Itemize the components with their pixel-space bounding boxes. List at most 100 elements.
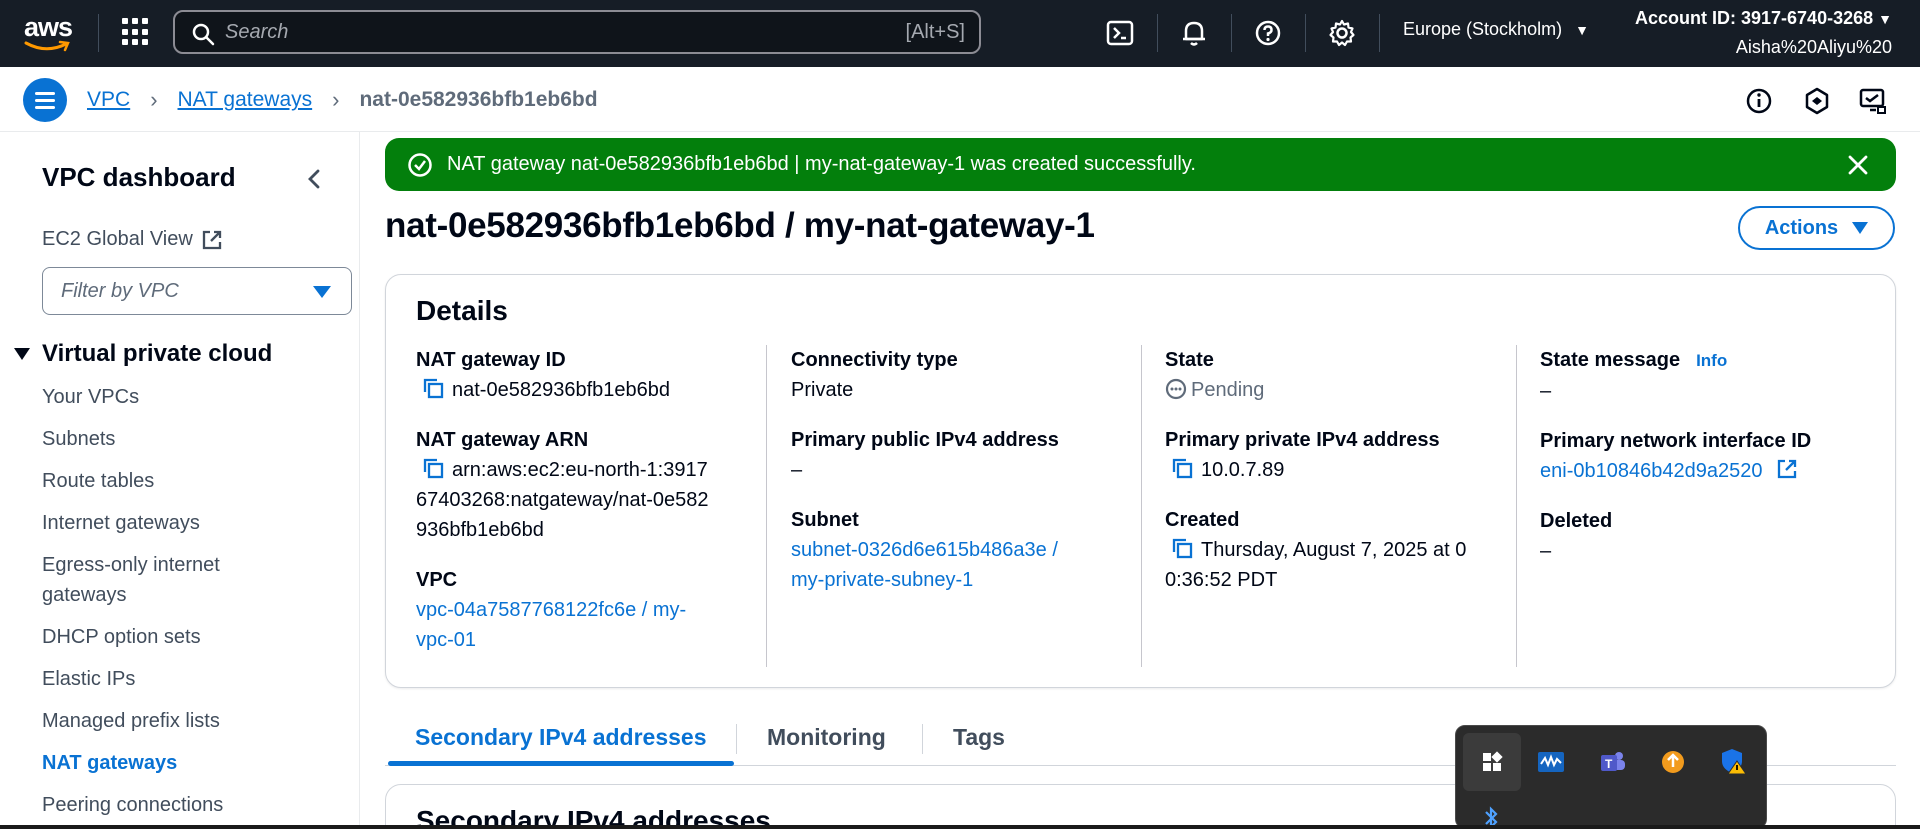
field-label: Subnet: [791, 509, 859, 531]
sidebar-item-ec2-global-view[interactable]: EC2 Global View: [42, 228, 223, 251]
breadcrumb-nat-gateways[interactable]: NAT gateways: [178, 88, 313, 112]
field-value: nat-0e582936bfb1eb6bd: [416, 375, 766, 405]
filter-placeholder: Filter by VPC: [61, 279, 179, 302]
sidebar-section-virtual-private-cloud[interactable]: Virtual private cloud: [14, 340, 272, 368]
side-navigation-toggle-button[interactable]: [23, 78, 67, 122]
sidebar-item-label: EC2 Global View: [42, 228, 193, 250]
services-grid-icon[interactable]: [122, 18, 150, 46]
aws-logo[interactable]: aws: [22, 10, 76, 54]
update-icon[interactable]: [1658, 747, 1688, 777]
security-hexagon-icon[interactable]: [1802, 86, 1832, 116]
breadcrumb-current: nat-0e582936bfb1eb6bd: [359, 88, 598, 111]
breadcrumb: VPC › NAT gateways › nat-0e582936bfb1eb6…: [87, 87, 598, 113]
cloudshell-icon[interactable]: [1104, 17, 1136, 49]
field-value: –: [1540, 540, 1552, 562]
copy-icon[interactable]: [422, 457, 444, 479]
field-label: Created: [1165, 509, 1240, 531]
field-value: Thursday, August 7, 2025 at 0 0:36:52 PD…: [1165, 535, 1515, 595]
breadcrumb-bar: VPC › NAT gateways › nat-0e582936bfb1eb6…: [0, 67, 1920, 132]
sidebar-item-your-vpcs[interactable]: Your VPCs: [42, 382, 302, 412]
subnet-line: my-private-subney-1: [791, 569, 974, 591]
sidebar-item-egress-only-internet-gateways[interactable]: Egress-only internet gateways: [42, 550, 302, 610]
column-divider: [766, 345, 767, 667]
field-vpc: VPC vpc-04a7587768122fc6e / my- vpc-01: [416, 565, 766, 655]
caret-down-icon: [1852, 222, 1869, 234]
sidebar-item-managed-prefix-lists[interactable]: Managed prefix lists: [42, 706, 302, 736]
sidebar-list: Your VPCs Subnets Route tables Internet …: [42, 382, 302, 829]
chevron-left-icon[interactable]: [300, 164, 330, 194]
sidebar-item-route-tables[interactable]: Route tables: [42, 466, 302, 496]
sidebar-item-nat-gateways[interactable]: NAT gateways: [42, 748, 302, 778]
sidebar-item-dhcp-option-sets[interactable]: DHCP option sets: [42, 622, 302, 652]
external-link-icon: [202, 230, 221, 249]
arn-line: 67403268:natgateway/nat-0e582: [416, 489, 709, 511]
column-divider: [1516, 345, 1517, 667]
details-container: Details NAT gateway ID nat-0e582936bfb1e…: [385, 274, 1896, 688]
sidebar-item-internet-gateways[interactable]: Internet gateways: [42, 508, 302, 538]
info-panel-icon[interactable]: [1744, 86, 1774, 116]
top-navigation: aws [Alt+S] Europe (St: [0, 0, 1920, 67]
page-title: nat-0e582936bfb1eb6bd / my-nat-gateway-1: [385, 206, 1095, 245]
subnet-line: subnet-0326d6e615b486a3e /: [791, 539, 1058, 561]
tab-secondary-ipv4-addresses[interactable]: Secondary IPv4 addresses: [415, 724, 707, 751]
vpc-line: vpc-01: [416, 629, 477, 651]
aws-logo-text: aws: [24, 12, 73, 42]
search-box[interactable]: [Alt+S]: [173, 10, 981, 54]
info-link[interactable]: Info: [1696, 351, 1727, 370]
screen-bottom-edge: [0, 825, 1920, 829]
field-label: VPC: [416, 569, 458, 591]
created-line: Thursday, August 7, 2025 at 0: [1201, 539, 1467, 561]
success-check-icon: [408, 152, 432, 177]
active-tab-indicator: [388, 761, 734, 766]
tab-divider: [922, 724, 923, 754]
teams-icon[interactable]: T: [1598, 747, 1628, 777]
notifications-panel-icon[interactable]: [1858, 86, 1888, 116]
copy-icon[interactable]: [1171, 457, 1193, 479]
wave-app-icon[interactable]: [1536, 747, 1566, 777]
filter-by-vpc-select[interactable]: Filter by VPC: [42, 267, 352, 315]
subnet-link[interactable]: subnet-0326d6e615b486a3e / my-private-su…: [791, 535, 1141, 595]
region-selector[interactable]: Europe (Stockholm) ▼: [1403, 19, 1589, 40]
sidebar-title[interactable]: VPC dashboard: [42, 162, 236, 193]
sidebar-item-subnets[interactable]: Subnets: [42, 424, 302, 454]
details-column-1: NAT gateway ID nat-0e582936bfb1eb6bd NAT…: [416, 345, 766, 675]
field-deleted: Deleted –: [1540, 506, 1890, 566]
region-label: Europe (Stockholm): [1403, 19, 1563, 39]
details-column-2: Connectivity type Private Primary public…: [791, 345, 1141, 615]
arn-line: 936bfb1eb6bd: [416, 519, 544, 541]
nav-divider: [98, 14, 99, 52]
sidebar-item-elastic-ips[interactable]: Elastic IPs: [42, 664, 302, 694]
field-primary-public-ipv4: Primary public IPv4 address –: [791, 425, 1141, 485]
flash-message: NAT gateway nat-0e582936bfb1eb6bd | my-n…: [447, 153, 1196, 175]
state-message-label: State message: [1540, 349, 1681, 371]
field-state: State Pending: [1165, 345, 1515, 405]
field-label: NAT gateway ARN: [416, 429, 589, 451]
field-label: Primary public IPv4 address: [791, 429, 1059, 451]
notifications-bell-icon[interactable]: [1178, 17, 1210, 49]
close-icon[interactable]: [1846, 153, 1870, 177]
defender-warning-icon[interactable]: [1718, 746, 1748, 776]
tab-tags[interactable]: Tags: [953, 724, 1005, 751]
account-id[interactable]: Account ID: 3917-6740-3268 ▼: [1635, 4, 1892, 33]
eni-link[interactable]: eni-0b10846b42d9a2520: [1540, 456, 1890, 486]
tab-monitoring[interactable]: Monitoring: [767, 724, 886, 751]
field-primary-private-ipv4: Primary private IPv4 address 10.0.7.89: [1165, 425, 1515, 485]
pending-status-icon: [1165, 378, 1187, 400]
breadcrumb-vpc[interactable]: VPC: [87, 88, 130, 112]
caret-down-icon: ▼: [1878, 11, 1892, 27]
nav-divider: [1157, 14, 1158, 52]
help-icon[interactable]: [1252, 17, 1284, 49]
actions-button[interactable]: Actions: [1738, 206, 1895, 250]
sidebar-item-peering-connections[interactable]: Peering connections: [42, 790, 302, 820]
widgets-icon[interactable]: [1463, 733, 1521, 791]
search-input[interactable]: [175, 12, 979, 52]
settings-gear-icon[interactable]: [1326, 17, 1358, 49]
chevron-right-icon: ›: [332, 87, 340, 112]
copy-icon[interactable]: [422, 377, 444, 399]
vpc-link[interactable]: vpc-04a7587768122fc6e / my- vpc-01: [416, 595, 766, 655]
account-menu[interactable]: Account ID: 3917-6740-3268 ▼ Aisha%20Ali…: [1635, 4, 1892, 61]
copy-icon[interactable]: [1171, 537, 1193, 559]
search-icon: [192, 23, 215, 46]
tab-divider: [736, 724, 737, 754]
details-heading: Details: [416, 295, 508, 326]
